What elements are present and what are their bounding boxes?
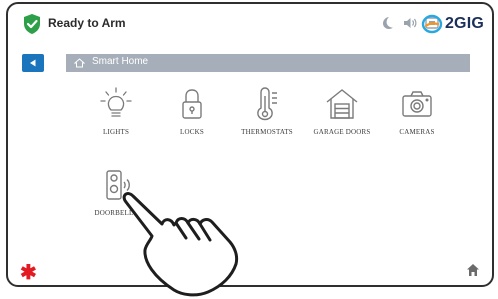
lock-icon	[182, 89, 202, 119]
pointing-hand-icon	[122, 192, 239, 297]
tile-cameras[interactable]: CAMERAS	[382, 86, 452, 148]
tile-garage-doors[interactable]: GARAGE DOORS	[307, 86, 377, 148]
brand-logo: 2GIG	[421, 13, 484, 35]
status-bar: Ready to Arm 2GIG	[8, 4, 492, 40]
moon-icon[interactable]	[380, 16, 396, 30]
garage-icon	[326, 89, 358, 119]
lightbulb-icon	[100, 87, 132, 117]
asterisk-icon[interactable]: ✱	[20, 260, 37, 285]
back-button[interactable]	[22, 54, 44, 72]
tile-label: CAMERAS	[399, 128, 435, 136]
touchscreen-panel: Ready to Arm 2GIG Smart Home LIGHTS LOCK…	[6, 2, 494, 287]
speaker-icon[interactable]	[402, 16, 418, 30]
tile-label: THERMOSTATS	[241, 128, 293, 136]
home-icon	[74, 58, 85, 68]
breadcrumb-label: Smart Home	[92, 56, 149, 67]
2gig-logo-icon	[421, 14, 443, 34]
navigation-bar: Smart Home	[22, 54, 472, 74]
thermostat-icon	[257, 87, 277, 121]
breadcrumb: Smart Home	[66, 54, 470, 72]
shield-check-icon[interactable]	[22, 13, 42, 35]
tile-label: LOCKS	[180, 128, 204, 136]
arm-status-text[interactable]: Ready to Arm	[48, 16, 126, 30]
camera-icon	[402, 91, 432, 117]
tile-label: GARAGE DOORS	[313, 128, 371, 136]
back-arrow-icon	[30, 59, 36, 67]
home-icon[interactable]	[466, 263, 480, 277]
tile-lights[interactable]: LIGHTS	[81, 86, 151, 148]
tile-locks[interactable]: LOCKS	[157, 86, 227, 148]
tile-label: LIGHTS	[102, 128, 130, 136]
brand-name: 2GIG	[444, 15, 484, 32]
tile-thermostats[interactable]: THERMOSTATS	[232, 86, 302, 148]
